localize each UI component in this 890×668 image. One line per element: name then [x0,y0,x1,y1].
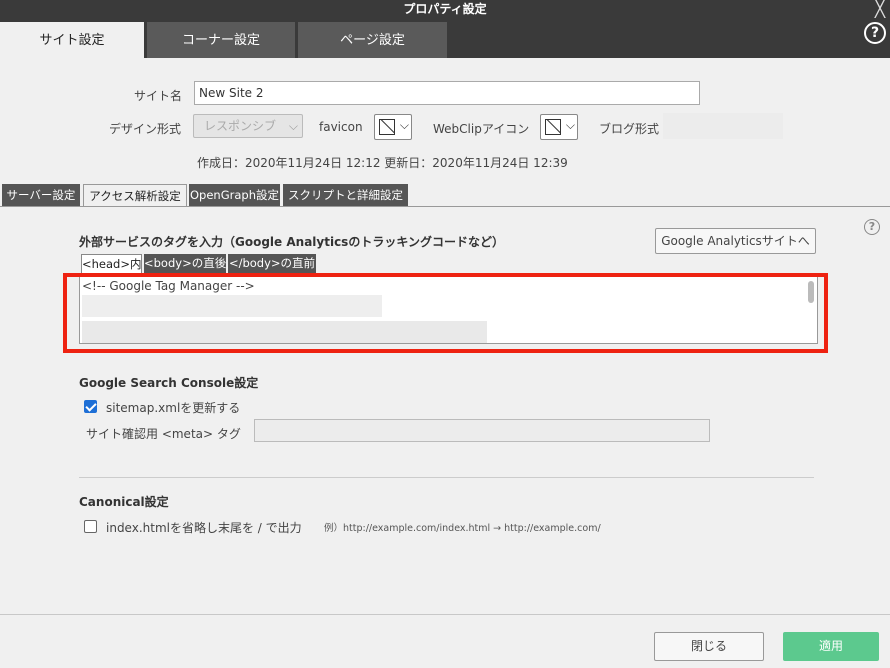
no-image-icon [379,119,395,135]
help-icon[interactable]: ? [864,22,886,44]
chevron-down-icon: ⌵ [565,118,575,132]
tag-code-textarea[interactable]: <!-- Google Tag Manager --> [79,274,818,344]
window-title: プロパティ設定 [403,2,487,16]
canonical-checkbox[interactable] [84,520,97,533]
google-analytics-button[interactable]: Google Analyticsサイトへ [655,228,816,254]
textarea-first-line: <!-- Google Tag Manager --> [82,279,255,293]
redacted-code [82,295,382,317]
design-format-select[interactable]: レスポンシブ ⌵ [193,114,303,138]
tab-page-settings[interactable]: ページ設定 [298,22,447,58]
meta-tag-input[interactable] [254,419,710,442]
search-console-title: Google Search Console設定 [79,376,259,390]
tab-body-before[interactable]: </body>の直前 [228,254,316,273]
tab-access-analytics[interactable]: アクセス解析設定 [83,184,187,206]
panel-divider [0,206,890,207]
tab-scripts-details[interactable]: スクリプトと詳細設定 [283,184,408,206]
tab-server-settings[interactable]: サーバー設定 [2,184,80,206]
site-name-input[interactable]: New Site 2 [194,81,700,105]
site-name-label: サイト名 [134,89,183,103]
tab-body-after[interactable]: <body>の直後 [144,254,226,273]
top-tab-bar: サイト設定 コーナー設定 ページ設定 ? [0,20,890,58]
no-image-icon [545,119,561,135]
textarea-scrollbar[interactable] [808,281,814,303]
help-icon[interactable]: ? [864,219,880,235]
favicon-label: favicon [319,120,363,134]
design-format-label: デザイン形式 [109,122,182,136]
blog-format-label: ブログ形式 [599,122,660,136]
close-button[interactable]: 閉じる [654,632,764,661]
close-icon[interactable]: ╳ [872,0,888,18]
blog-format-value-redacted [663,113,783,139]
sitemap-label: sitemap.xmlを更新する [106,401,241,415]
apply-button[interactable]: 適用 [783,632,879,661]
redacted-code [82,321,487,343]
dates-text: 作成日：2020年11月24日 12:12 更新日：2020年11月24日 12… [197,156,568,170]
section-divider [79,477,814,478]
webclip-select[interactable]: ⌵ [540,114,578,140]
analytics-section-title: 外部サービスのタグを入力（Google Analyticsのトラッキングコードな… [79,235,504,249]
canonical-example: 例）http://example.com/index.html → http:/… [324,523,601,534]
design-format-value: レスポンシブ [204,119,277,133]
footer-divider [0,614,890,615]
meta-tag-label: サイト確認用 <meta> タグ [86,427,241,441]
sitemap-checkbox[interactable] [84,400,97,413]
tab-corner-settings[interactable]: コーナー設定 [147,22,295,58]
window-titlebar: プロパティ設定 ╳ [0,0,890,20]
canonical-title: Canonical設定 [79,495,169,509]
tab-site-settings[interactable]: サイト設定 [0,22,144,58]
favicon-select[interactable]: ⌵ [374,114,412,140]
chevron-down-icon: ⌵ [399,118,409,132]
chevron-down-icon: ⌵ [288,119,298,133]
canonical-label: index.htmlを省略し末尾を / で出力 [106,521,302,535]
tab-head-inside[interactable]: <head>内 [81,254,142,273]
tab-opengraph[interactable]: OpenGraph設定 [189,184,280,206]
webclip-label: WebClipアイコン [433,122,530,136]
